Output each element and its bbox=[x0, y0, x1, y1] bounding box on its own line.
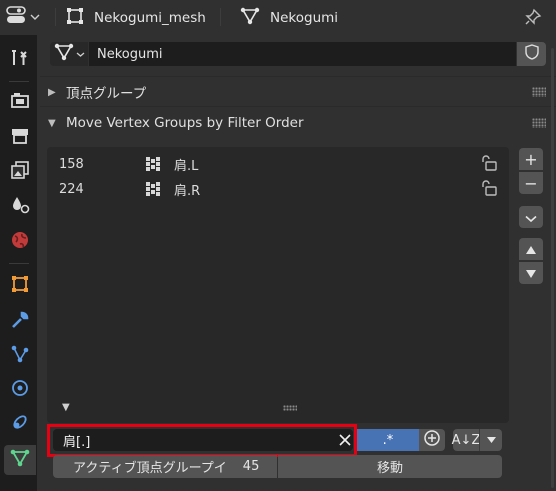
panel-divider bbox=[40, 76, 556, 77]
move-up-button[interactable] bbox=[519, 238, 543, 260]
editor-type-dropdown[interactable] bbox=[6, 6, 48, 28]
object-tab[interactable] bbox=[4, 271, 36, 301]
unlock-icon[interactable] bbox=[480, 155, 498, 175]
mesh-data-icon bbox=[54, 43, 74, 65]
scrollbar[interactable] bbox=[551, 48, 554, 488]
panel-header-vertex-groups[interactable]: ▶ 頂点グループ bbox=[40, 79, 546, 105]
sort-options-dropdown[interactable] bbox=[479, 429, 502, 451]
properties-tabs bbox=[0, 35, 37, 491]
tab-divider bbox=[9, 81, 29, 82]
triangle-down-icon bbox=[525, 264, 537, 283]
sort-alpha-icon: A↓Z bbox=[451, 432, 481, 448]
material-tab[interactable] bbox=[4, 481, 36, 491]
chevron-down-icon bbox=[76, 47, 85, 62]
wrench-icon bbox=[10, 310, 30, 334]
constraints-tab[interactable] bbox=[4, 409, 36, 439]
chevron-down-icon bbox=[30, 10, 40, 25]
chevron-down-icon: ▼ bbox=[48, 117, 56, 129]
modifiers-tab[interactable] bbox=[4, 307, 36, 337]
mesh-datablock-selector: Nekogumi bbox=[50, 42, 546, 66]
mesh-data-icon bbox=[10, 448, 30, 472]
tool-tab[interactable] bbox=[4, 45, 36, 75]
camera-back-icon bbox=[10, 90, 30, 114]
panel-title: 頂点グループ bbox=[66, 86, 147, 102]
properties-header: Nekogumi_mesh Nekogumi bbox=[0, 0, 556, 35]
datablock-name-field[interactable]: Nekogumi bbox=[89, 42, 516, 66]
object-name: Nekogumi_mesh bbox=[94, 9, 206, 26]
constraint-icon bbox=[10, 412, 30, 436]
drag-handle-icon[interactable] bbox=[532, 118, 546, 128]
move-down-button[interactable] bbox=[519, 262, 543, 284]
particles-icon bbox=[10, 344, 30, 368]
tool-icon bbox=[10, 48, 30, 72]
highlight-annotation-box bbox=[47, 424, 357, 457]
image-stack-icon bbox=[10, 160, 30, 184]
world-tab[interactable] bbox=[4, 227, 36, 257]
fake-user-button[interactable] bbox=[517, 42, 546, 66]
tab-divider bbox=[9, 263, 29, 264]
triangle-down-icon bbox=[486, 433, 497, 448]
datablock-browse-button[interactable] bbox=[50, 42, 88, 66]
unlock-icon[interactable] bbox=[480, 180, 498, 200]
filter-options-toggle[interactable]: ▼ bbox=[62, 402, 70, 413]
panel-title: Move Vertex Groups by Filter Order bbox=[66, 115, 304, 131]
pin-icon[interactable] bbox=[524, 8, 542, 30]
mesh-data-icon bbox=[240, 7, 260, 29]
render-tab[interactable] bbox=[4, 87, 36, 117]
scene-tab[interactable] bbox=[4, 192, 36, 222]
vertex-group-name[interactable]: 肩.R bbox=[174, 180, 200, 199]
triangle-up-icon bbox=[525, 240, 537, 259]
active-vertex-group-index-field[interactable]: アクティブ頂点グループイ 45 bbox=[53, 455, 277, 478]
header-divider bbox=[55, 8, 56, 26]
view-layer-tab[interactable] bbox=[4, 157, 36, 187]
chevron-right-icon: ▶ bbox=[48, 86, 56, 98]
regex-toggle-button[interactable]: .* bbox=[357, 429, 419, 451]
world-icon bbox=[10, 230, 30, 254]
panel-header-move-vertex-groups[interactable]: ▼ Move Vertex Groups by Filter Order bbox=[40, 110, 546, 136]
physics-tab[interactable] bbox=[4, 375, 36, 405]
specials-menu-button[interactable] bbox=[519, 206, 543, 228]
remove-vertex-group-button[interactable]: − bbox=[519, 172, 543, 194]
particles-tab[interactable] bbox=[4, 341, 36, 371]
printer-icon bbox=[10, 126, 30, 150]
breadcrumb-mesh: Nekogumi bbox=[240, 0, 338, 35]
breadcrumb-object: Nekogumi_mesh bbox=[66, 0, 206, 35]
properties-editor-icon bbox=[6, 6, 28, 28]
list-item[interactable]: 158 肩.L bbox=[47, 152, 509, 176]
drag-handle-icon[interactable] bbox=[532, 87, 546, 97]
active-field-value: 45 bbox=[242, 459, 260, 474]
sort-alpha-button[interactable]: A↓Z bbox=[451, 429, 481, 451]
zoom-in-icon bbox=[423, 429, 441, 451]
add-vertex-group-button[interactable]: + bbox=[519, 148, 543, 170]
invert-filter-button[interactable] bbox=[419, 429, 445, 451]
shield-icon bbox=[524, 44, 540, 64]
chevron-down-icon bbox=[525, 208, 537, 227]
header-divider bbox=[220, 8, 221, 26]
physics-icon bbox=[10, 378, 30, 402]
vertex-group-list: 158 肩.L 224 肩.R bbox=[47, 147, 509, 423]
object-square-icon bbox=[66, 7, 84, 29]
data-tab[interactable] bbox=[4, 445, 36, 475]
active-field-label: アクティブ頂点グループイ bbox=[73, 461, 227, 476]
vertex-group-name[interactable]: 肩.L bbox=[174, 155, 198, 174]
vertex-group-icon bbox=[145, 181, 161, 201]
object-icon bbox=[10, 274, 30, 298]
scene-icon bbox=[10, 195, 30, 219]
mesh-name: Nekogumi bbox=[270, 9, 339, 26]
output-tab[interactable] bbox=[4, 123, 36, 153]
vertex-group-index: 158 bbox=[59, 156, 84, 172]
vertex-group-index: 224 bbox=[59, 181, 84, 197]
vertex-group-icon bbox=[145, 156, 161, 176]
list-resize-handle[interactable] bbox=[283, 405, 297, 411]
list-item[interactable]: 224 肩.R bbox=[47, 177, 509, 201]
move-button[interactable]: 移動 bbox=[278, 455, 502, 478]
panel-divider bbox=[40, 106, 556, 107]
